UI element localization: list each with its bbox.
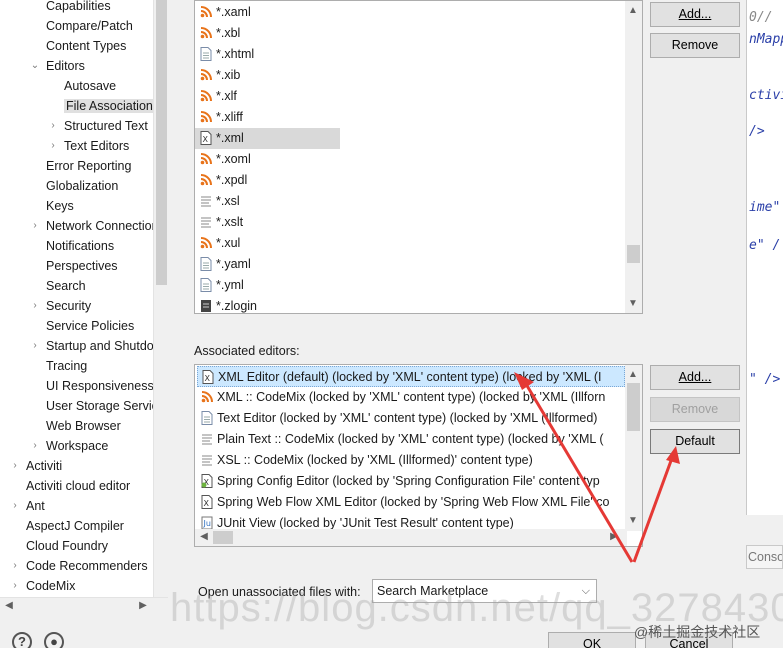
arrow-head-icon: [514, 372, 534, 390]
arrow-head-icon: [666, 446, 680, 464]
annotation-arrow-to-default: [632, 457, 674, 563]
credit-text: @稀土掘金技术社区: [634, 624, 761, 640]
annotation-arrows: [514, 372, 680, 563]
annotation-arrow-to-xml-editor: [524, 383, 634, 563]
